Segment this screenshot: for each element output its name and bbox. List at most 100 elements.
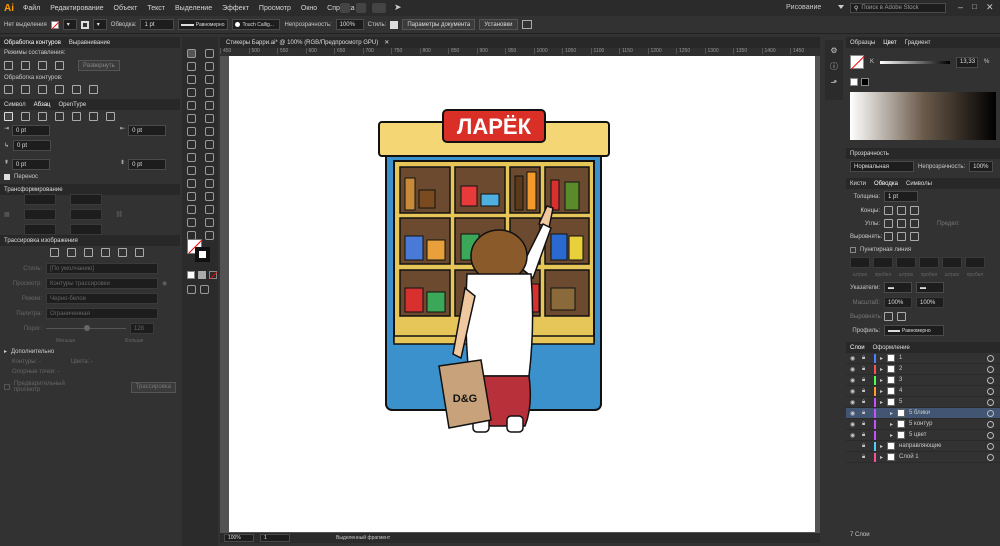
visibility-eye-icon[interactable]: ◉ [850,421,858,428]
justify-all-icon[interactable] [106,112,115,121]
menu-select[interactable]: Выделение [170,5,217,12]
tab-appearance[interactable]: Оформление [873,345,910,351]
intersect-icon[interactable] [38,61,47,70]
paintbrush-icon[interactable] [205,101,214,110]
target-circle-icon[interactable] [987,354,994,362]
width-input[interactable] [69,193,102,205]
info-icon[interactable]: ⓘ [830,61,838,72]
curvature-tool-icon[interactable] [205,75,214,84]
left-indent-input[interactable]: 0 pt [12,125,51,136]
layer-row[interactable]: ◉ 🔒︎ ▸ 2 [846,364,1000,375]
threshold-input[interactable]: 128 [130,323,154,334]
stock-icon[interactable] [356,3,366,13]
first-line-indent-input[interactable]: 0 pt [13,140,52,151]
start-arrow-select[interactable]: ▬ [884,282,912,293]
target-circle-icon[interactable] [987,453,994,461]
menu-file[interactable]: Файл [18,5,45,12]
align-outside-stroke-icon[interactable] [910,232,919,241]
menu-type[interactable]: Текст [142,5,170,12]
eraser-icon[interactable] [187,127,196,136]
white-swatch[interactable] [850,78,858,86]
lasso-icon[interactable] [205,62,214,71]
symbol-sprayer-icon[interactable] [205,192,214,201]
rotate-tool-icon[interactable] [205,127,214,136]
trace-button[interactable]: Трассировка [130,381,176,393]
threshold-slider[interactable] [46,325,126,331]
tab-layers[interactable]: Слои [850,345,865,351]
trace-palette-select[interactable]: Ограниченная [46,308,158,319]
lock-icon[interactable]: 🔒︎ [862,421,870,428]
square-cap-icon[interactable] [910,206,919,215]
target-circle-icon[interactable] [987,387,994,395]
expand-layer-icon[interactable]: ▸ [890,421,893,428]
menu-effect[interactable]: Эффект [217,5,254,12]
lock-icon[interactable]: 🔒︎ [862,388,870,395]
align-center-stroke-icon[interactable] [884,232,893,241]
lock-icon[interactable]: 🔒︎ [862,454,870,461]
expand-button[interactable]: Развернуть [78,60,120,71]
maximize-icon[interactable]: □ [972,2,977,11]
advanced-chevron-icon[interactable]: ▸ [4,348,7,355]
divide-icon[interactable] [4,85,13,94]
exclude-icon[interactable] [55,61,64,70]
hyphenate-checkbox[interactable] [4,174,10,180]
visibility-eye-icon[interactable]: ◉ [850,355,858,362]
color-mode-icon[interactable] [187,271,195,279]
dash-1[interactable] [850,257,870,268]
expand-layer-icon[interactable]: ▸ [890,432,893,439]
height-input[interactable] [69,208,102,220]
blend-tool-icon[interactable] [187,192,196,201]
settings-icon[interactable]: ⚙ [830,46,837,55]
auto-color-icon[interactable] [50,248,59,257]
layer-row[interactable]: ◉ 🔒︎ ▸ 5 цвет [846,430,1000,441]
lock-icon[interactable]: 🔒︎ [862,355,870,362]
trace-style-select[interactable]: [По умолчанию] [46,263,158,274]
type-tool-icon[interactable] [187,88,196,97]
bw-icon[interactable] [118,248,127,257]
lock-icon[interactable]: 🔒︎ [862,377,870,384]
space-before-input[interactable]: 0 pt [12,159,51,170]
stroke-swatch[interactable] [80,20,89,29]
tab-color[interactable]: Цвет [883,40,896,46]
layer-row[interactable]: ◉ 🔒︎ ▸ 5 блики [846,408,1000,419]
black-swatch[interactable] [861,78,869,86]
expand-layer-icon[interactable]: ▸ [880,355,883,362]
bevel-join-icon[interactable] [910,219,919,228]
slice-tool-icon[interactable] [187,218,196,227]
k-slider[interactable] [880,60,951,64]
round-join-icon[interactable] [897,219,906,228]
expand-layer-icon[interactable]: ▸ [880,366,883,373]
eyedropper-icon[interactable] [205,179,214,188]
dash-3[interactable] [942,257,962,268]
stroke-profile-select[interactable]: Равномерно [178,19,229,30]
edit-toolbar-icon[interactable] [205,231,214,240]
constrain-link-icon[interactable]: ⛓ [116,211,124,218]
pen-tool-icon[interactable] [187,75,196,84]
trim-icon[interactable] [21,85,30,94]
document-tab[interactable]: Стикеры Барри.ai* @ 100% (RGB/Предпросмо… [220,37,820,48]
send-icon[interactable]: ➤ [394,2,402,13]
minimize-icon[interactable]: – [958,2,963,12]
lock-icon[interactable]: 🔒︎ [862,432,870,439]
shear-input[interactable] [69,223,102,235]
layer-row[interactable]: ◉ 🔒︎ ▸ 5 контур [846,419,1000,430]
expand-layer-icon[interactable]: ▸ [880,443,883,450]
arrange-icon[interactable] [372,3,386,13]
trace-view-select[interactable]: Контуры трассировки [46,278,158,289]
visibility-eye-icon[interactable]: ◉ [850,366,858,373]
expand-layer-icon[interactable]: ▸ [880,399,883,406]
layer-row[interactable]: 🔒︎ ▸ направляющие [846,441,1000,452]
zoom-select[interactable]: 100% [224,534,254,542]
layer-row[interactable]: 🔒︎ ▸ Слой 1 [846,452,1000,463]
style-swatch[interactable] [390,20,399,29]
menu-window[interactable]: Окно [296,5,322,12]
workspace-switcher[interactable]: Рисование [786,4,821,11]
miter-join-icon[interactable] [884,219,893,228]
menu-edit[interactable]: Редактирование [45,5,108,12]
visibility-eye-icon[interactable]: ◉ [850,388,858,395]
stroke-color-box[interactable] [195,247,210,262]
fill-swatch[interactable] [50,20,59,29]
dash-2[interactable] [896,257,916,268]
lock-icon[interactable]: 🔒︎ [862,443,870,450]
visibility-eye-icon[interactable]: ◉ [850,410,858,417]
